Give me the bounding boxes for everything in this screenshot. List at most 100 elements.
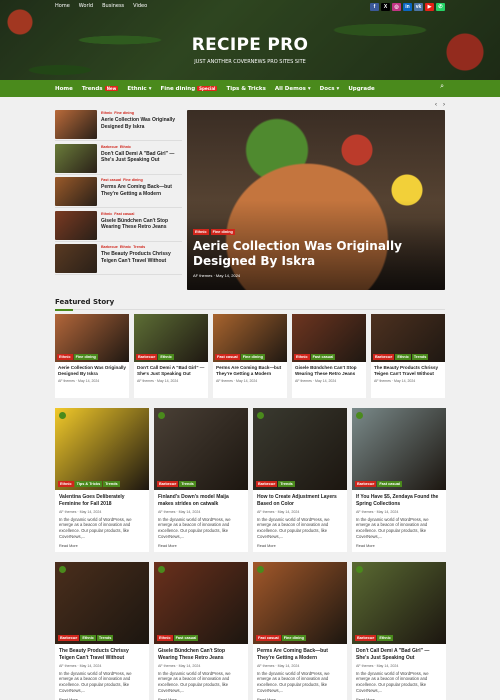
post-card[interactable]: Barbecue Trends Finland's Down's model Mai… (154, 408, 248, 552)
post-thumbnail[interactable] (55, 110, 97, 139)
category-tag[interactable]: Ethnic (193, 229, 209, 235)
post-thumbnail[interactable]: Barbecue Ethnic (352, 562, 446, 644)
side-post-item[interactable]: Fast casual Fine dining Perms Are Coming B… (55, 177, 182, 208)
featured-main-title[interactable]: Aerie Collection Was Originally Designed… (193, 239, 445, 269)
main-nav-label[interactable]: Home (55, 86, 73, 92)
read-more-link[interactable]: Read More (356, 544, 442, 548)
read-more-link[interactable]: Read More (59, 544, 145, 548)
slider-next-button[interactable]: › (443, 102, 445, 108)
card-title[interactable]: Gisele Bündchen Can't Stop Wearing These… (295, 365, 363, 377)
top-nav-link[interactable]: World (79, 3, 93, 9)
post-card[interactable]: Ethnic Tips & Tricks Trends Valentina Goes … (55, 408, 149, 552)
main-nav-label[interactable]: Trends (82, 86, 103, 92)
category-tag[interactable]: Ethnic (58, 481, 74, 487)
post-thumbnail[interactable]: Ethnic Fast casual (292, 314, 366, 362)
category-tag[interactable]: Barbecue (136, 354, 158, 360)
category-tag[interactable]: Trends (96, 635, 114, 641)
category-tag[interactable]: Fine dining (240, 354, 265, 360)
category-link[interactable]: Ethnic (101, 212, 112, 216)
card-title[interactable]: If You Have $5, Zendaya Found the Spring… (356, 494, 442, 508)
main-nav-item[interactable]: Fine dining Special (160, 86, 218, 92)
post-thumbnail[interactable] (55, 244, 97, 273)
category-tag[interactable]: Fast casual (377, 481, 402, 487)
category-tag[interactable]: Barbecue (373, 354, 395, 360)
side-post-title[interactable]: Aerie Collection Was Originally Designed… (101, 117, 182, 130)
post-thumbnail[interactable]: Fast casual Fine dining (253, 562, 347, 644)
side-post-title[interactable]: Don't Call Demi A "Bad Girl" — She's Jus… (101, 151, 182, 164)
post-thumbnail[interactable]: Ethnic Fine dining (55, 314, 129, 362)
read-more-link[interactable]: Read More (257, 544, 343, 548)
main-nav-item[interactable]: Upgrade (348, 86, 374, 92)
category-link[interactable]: Ethnic (101, 111, 112, 115)
category-link[interactable]: Fast casual (114, 212, 134, 216)
whatsapp-icon[interactable]: ✆ (436, 3, 445, 11)
card-title[interactable]: Perms Are Coming Back—but They're Gettin… (216, 365, 284, 377)
side-post-title[interactable]: Perms Are Coming Back—but They're Gettin… (101, 184, 182, 197)
category-link[interactable]: Trends (133, 245, 145, 249)
post-card[interactable]: Barbecue Fast casual If You Have $5, Zenda… (352, 408, 446, 552)
post-thumbnail[interactable]: Barbecue Trends (154, 408, 248, 490)
slider-prev-button[interactable]: ‹ (435, 102, 437, 108)
category-tag[interactable]: Ethnic (294, 354, 310, 360)
card-title[interactable]: The Beauty Products Chrissy Teigen Can't… (374, 365, 442, 377)
category-tag[interactable]: Trends (179, 481, 196, 487)
category-tag[interactable]: Trends (278, 481, 295, 487)
post-thumbnail[interactable]: Barbecue Ethnic Trends (55, 562, 149, 644)
category-tag[interactable]: Barbecue (157, 481, 179, 487)
category-tag[interactable]: Trends (411, 354, 429, 360)
top-nav-link[interactable]: Business (102, 3, 124, 9)
main-nav-label[interactable]: Fine dining (160, 86, 195, 92)
category-tag[interactable]: Fast casual (173, 635, 199, 641)
post-thumbnail[interactable]: Ethnic Fast casual (154, 562, 248, 644)
category-tag[interactable]: Barbecue (355, 635, 377, 641)
card-title[interactable]: Valentina Goes Deliberately Feminine for… (59, 494, 145, 508)
read-more-link[interactable]: Read More (158, 544, 244, 548)
featured-main-post[interactable]: Ethnic Fine dining Aerie Collection Was O… (187, 110, 445, 290)
post-card[interactable]: Barbecue Trends How to Create Adjustment L… (253, 408, 347, 552)
category-tag[interactable]: Fine dining (210, 229, 235, 235)
post-card[interactable]: Ethnic Fast casual Gisele Bündchen Can't S… (154, 562, 248, 700)
post-thumbnail[interactable]: Barbecue Ethnic Trends (371, 314, 445, 362)
post-thumbnail[interactable]: Barbecue Trends (253, 408, 347, 490)
category-tag[interactable]: Fast casual (215, 354, 240, 360)
category-tag[interactable]: Barbecue (355, 481, 377, 487)
site-title[interactable]: RECIPE PRO (0, 35, 500, 55)
card-title[interactable]: Finland's Down's model Maija makes strid… (158, 494, 244, 508)
post-thumbnail[interactable]: Fast casual Fine dining (213, 314, 287, 362)
side-post-title[interactable]: Gisele Bündchen Can't Stop Wearing These… (101, 218, 182, 231)
category-tag[interactable]: Tips & Tricks (74, 481, 103, 487)
facebook-icon[interactable]: f (370, 3, 379, 11)
main-nav-label[interactable]: Tips & Tricks (226, 86, 265, 92)
featured-card[interactable]: Barbecue Ethnic Trends The Beauty Products … (371, 314, 445, 398)
card-title[interactable]: Aerie Collection Was Originally Designed… (58, 365, 126, 377)
category-tag[interactable]: Ethnic (158, 354, 174, 360)
category-link[interactable]: Ethnic (120, 245, 131, 249)
card-title[interactable]: Perms Are Coming Back—but They're Gettin… (257, 648, 343, 662)
category-tag[interactable]: Ethnic (57, 354, 73, 360)
category-tag[interactable]: Ethnic (80, 635, 96, 641)
side-post-item[interactable]: Barbecue Ethnic Don't Call Demi A "Bad Gir… (55, 143, 182, 175)
main-nav-label[interactable]: Upgrade (348, 86, 374, 92)
featured-card[interactable]: Ethnic Fast casual Gisele Bündchen Can't S… (292, 314, 366, 398)
category-link[interactable]: Barbecue (101, 245, 118, 249)
card-title[interactable]: Gisele Bündchen Can't Stop Wearing These… (158, 648, 244, 662)
card-title[interactable]: Don't Call Demi A "Bad Girl" — She's Jus… (356, 648, 442, 662)
category-tag[interactable]: Trends (103, 481, 120, 487)
category-tag[interactable]: Fine dining (281, 635, 306, 641)
vk-icon[interactable]: vk (414, 3, 423, 11)
category-tag[interactable]: Ethnic (377, 635, 393, 641)
main-nav-item[interactable]: Trends New (82, 86, 119, 92)
post-thumbnail[interactable] (55, 177, 97, 206)
post-thumbnail[interactable] (55, 210, 97, 240)
post-card[interactable]: Barbecue Ethnic Don't Call Demi A "Bad Gir… (352, 562, 446, 700)
post-card[interactable]: Fast casual Fine dining Perms Are Coming B… (253, 562, 347, 700)
category-tag[interactable]: Ethnic (157, 635, 173, 641)
featured-card[interactable]: Barbecue Ethnic Don't Call Demi A "Bad Gir… (134, 314, 208, 398)
category-link[interactable]: Fine dining (123, 178, 143, 182)
category-tag[interactable]: Fast casual (310, 354, 336, 360)
post-thumbnail[interactable]: Barbecue Ethnic (134, 314, 208, 362)
featured-card[interactable]: Ethnic Fine dining Aerie Collection Was Or… (55, 314, 129, 398)
search-icon[interactable]: ⌕ (440, 83, 444, 91)
main-nav-item[interactable]: Ethnic ▾ (127, 86, 151, 92)
category-link[interactable]: Ethnic (120, 145, 131, 149)
